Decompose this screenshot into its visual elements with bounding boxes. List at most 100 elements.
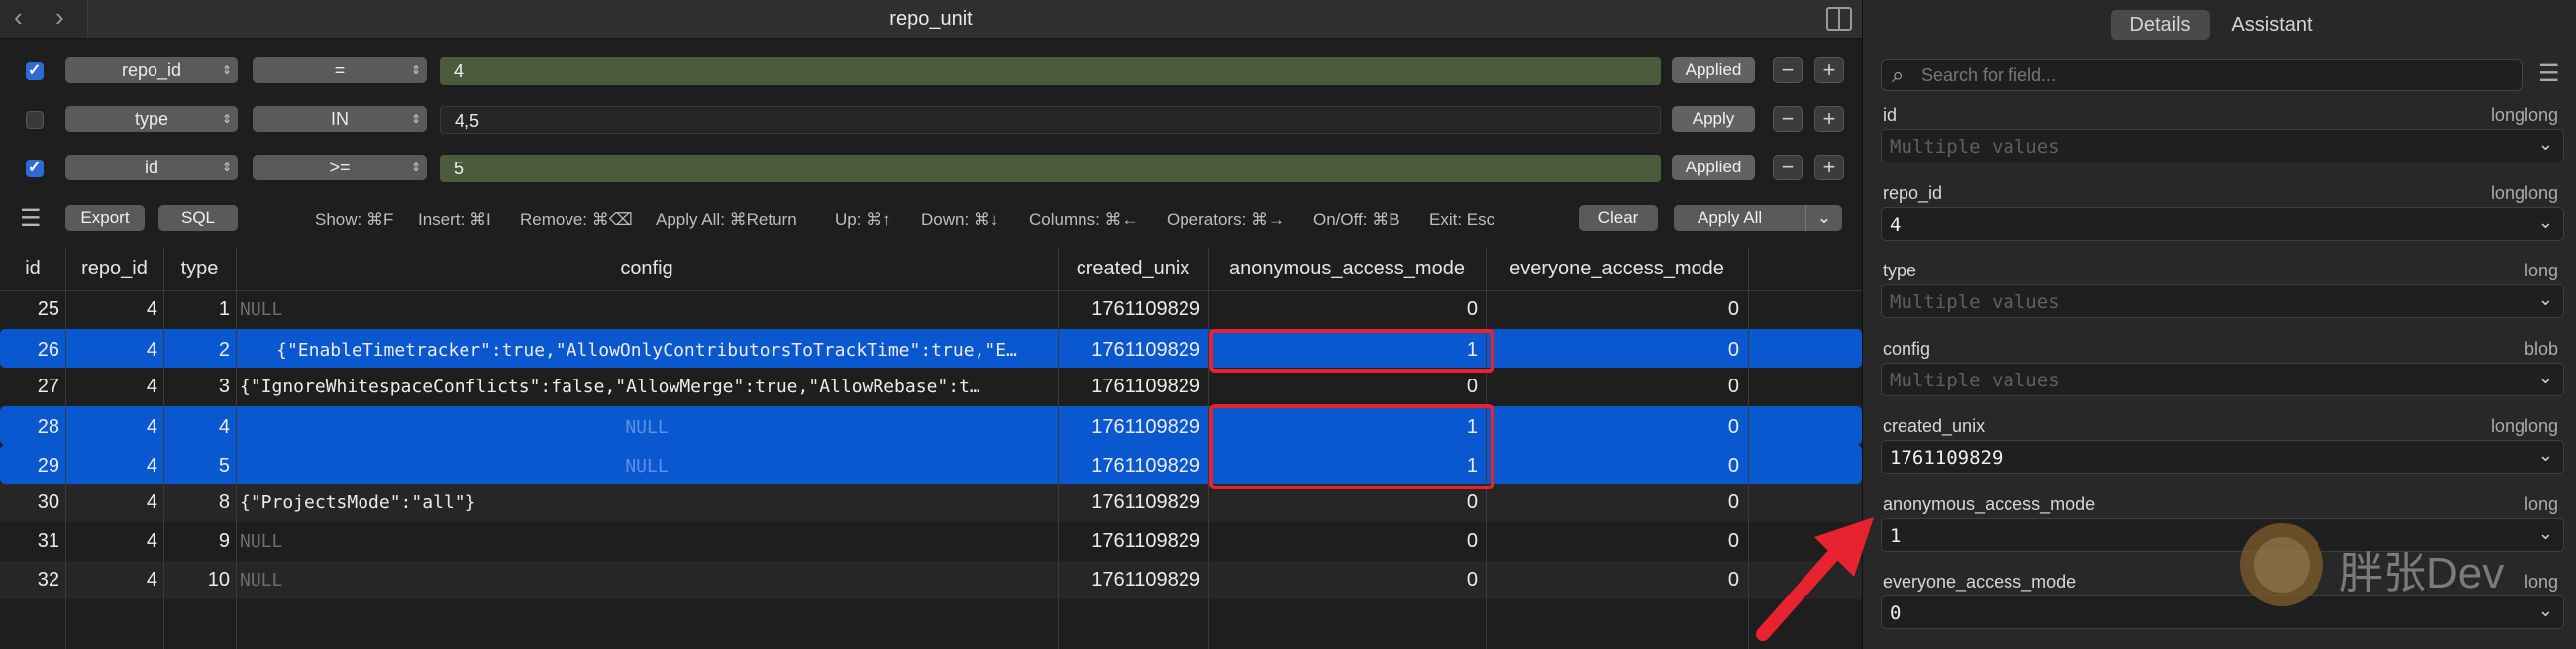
- chevron-down-icon[interactable]: ⌄: [2538, 289, 2553, 310]
- cell-anonymous-access-mode[interactable]: 0: [1208, 530, 1478, 553]
- apply-all-button[interactable]: Apply All ⌄: [1674, 205, 1842, 231]
- cell-repo-id[interactable]: 4: [65, 376, 157, 398]
- cell-everyone-access-mode[interactable]: 0: [1486, 530, 1739, 553]
- filter-operator-select[interactable]: >= ⇕: [253, 155, 427, 180]
- add-filter-button[interactable]: +: [1814, 57, 1844, 83]
- column-header-everyone-access-mode[interactable]: everyone_access_mode: [1486, 258, 1748, 280]
- table-row[interactable]: 26 4 2 {"EnableTimetracker":true,"AllowO…: [0, 329, 1862, 368]
- cell-id[interactable]: 32: [0, 569, 59, 592]
- table-row[interactable]: 28 4 4 NULL 1761109829 1 0: [0, 406, 1862, 445]
- sql-button[interactable]: SQL: [158, 205, 238, 231]
- cell-config[interactable]: NULL: [240, 454, 1054, 480]
- cell-type[interactable]: 9: [163, 530, 230, 553]
- filter-operator-select[interactable]: = ⇕: [253, 57, 427, 83]
- cell-id[interactable]: 31: [0, 530, 59, 553]
- remove-filter-button[interactable]: −: [1773, 155, 1803, 180]
- cell-type[interactable]: 8: [163, 491, 230, 514]
- cell-config[interactable]: NULL: [240, 415, 1054, 441]
- field-value-input[interactable]: Multiple values ⌄: [1881, 129, 2564, 162]
- column-header-id[interactable]: id: [0, 258, 65, 280]
- cell-repo-id[interactable]: 4: [65, 569, 157, 592]
- cell-created-unix[interactable]: 1761109829: [1058, 453, 1200, 479]
- filter-value-input[interactable]: 4,5: [440, 106, 1661, 134]
- column-header-config[interactable]: config: [236, 258, 1058, 280]
- cell-id[interactable]: 26: [0, 337, 59, 363]
- cell-repo-id[interactable]: 4: [65, 337, 157, 363]
- cell-everyone-access-mode[interactable]: 0: [1486, 376, 1739, 398]
- filter-operator-select[interactable]: IN ⇕: [253, 106, 427, 132]
- tab-assistant[interactable]: Assistant: [2217, 10, 2326, 40]
- filter-apply-button[interactable]: Apply: [1672, 106, 1755, 132]
- cell-id[interactable]: 30: [0, 491, 59, 514]
- field-search-input[interactable]: ⌕ Search for field...: [1881, 59, 2523, 91]
- cell-type[interactable]: 10: [163, 569, 230, 592]
- cell-created-unix[interactable]: 1761109829: [1058, 569, 1200, 592]
- table-row[interactable]: 32 4 10 NULL 1761109829 0 0: [0, 561, 1862, 599]
- cell-created-unix[interactable]: 1761109829: [1058, 337, 1200, 363]
- cell-config[interactable]: {"ProjectsMode":"all"}: [240, 492, 1054, 513]
- cell-repo-id[interactable]: 4: [65, 298, 157, 321]
- table-row[interactable]: 30 4 8 {"ProjectsMode":"all"} 1761109829…: [0, 484, 1862, 522]
- remove-filter-button[interactable]: −: [1773, 57, 1803, 83]
- column-header-repo-id[interactable]: repo_id: [65, 258, 163, 280]
- cell-config[interactable]: NULL: [240, 531, 1054, 552]
- chevron-down-icon[interactable]: ⌄: [1805, 205, 1842, 231]
- cell-config[interactable]: NULL: [240, 299, 1054, 320]
- filter-enabled-checkbox[interactable]: [26, 158, 44, 177]
- remove-filter-button[interactable]: −: [1773, 106, 1803, 132]
- cell-type[interactable]: 2: [163, 337, 230, 363]
- cell-everyone-access-mode[interactable]: 0: [1486, 453, 1739, 479]
- filter-column-select[interactable]: repo_id ⇕: [65, 57, 238, 83]
- cell-created-unix[interactable]: 1761109829: [1058, 530, 1200, 553]
- column-header-type[interactable]: type: [163, 258, 236, 280]
- cell-id[interactable]: 28: [0, 414, 59, 440]
- toggle-sidebar-icon[interactable]: [1826, 7, 1852, 31]
- cell-type[interactable]: 5: [163, 453, 230, 479]
- table-row[interactable]: 25 4 1 NULL 1761109829 0 0: [0, 290, 1862, 329]
- cell-anonymous-access-mode[interactable]: 0: [1208, 376, 1478, 398]
- cell-id[interactable]: 27: [0, 376, 59, 398]
- column-header-anonymous-access-mode[interactable]: anonymous_access_mode: [1208, 258, 1486, 280]
- chevron-down-icon[interactable]: ⌄: [2538, 368, 2553, 388]
- cell-anonymous-access-mode[interactable]: 0: [1208, 491, 1478, 514]
- filter-settings-icon[interactable]: ☰: [20, 204, 42, 233]
- column-header-created-unix[interactable]: created_unix: [1058, 258, 1208, 280]
- cell-everyone-access-mode[interactable]: 0: [1486, 491, 1739, 514]
- cell-repo-id[interactable]: 4: [65, 414, 157, 440]
- cell-everyone-access-mode[interactable]: 0: [1486, 569, 1739, 592]
- filter-value-input[interactable]: 4: [440, 57, 1661, 85]
- clear-button[interactable]: Clear: [1579, 205, 1658, 231]
- cell-anonymous-access-mode[interactable]: 0: [1208, 298, 1478, 321]
- cell-everyone-access-mode[interactable]: 0: [1486, 337, 1739, 363]
- cell-repo-id[interactable]: 4: [65, 491, 157, 514]
- cell-config[interactable]: NULL: [240, 570, 1054, 591]
- cell-created-unix[interactable]: 1761109829: [1058, 298, 1200, 321]
- cell-config[interactable]: {"IgnoreWhitespaceConflicts":false,"Allo…: [240, 377, 1054, 397]
- field-value-input[interactable]: Multiple values ⌄: [1881, 284, 2564, 318]
- cell-id[interactable]: 29: [0, 453, 59, 479]
- filter-apply-button[interactable]: Applied: [1672, 57, 1755, 83]
- cell-created-unix[interactable]: 1761109829: [1058, 376, 1200, 398]
- cell-type[interactable]: 4: [163, 414, 230, 440]
- export-button[interactable]: Export: [65, 205, 145, 231]
- add-filter-button[interactable]: +: [1814, 155, 1844, 180]
- table-row[interactable]: 27 4 3 {"IgnoreWhitespaceConflicts":fals…: [0, 368, 1862, 406]
- filter-apply-button[interactable]: Applied: [1672, 155, 1755, 180]
- field-value-input[interactable]: 4 ⌄: [1881, 206, 2564, 241]
- chevron-down-icon[interactable]: ⌄: [2538, 445, 2553, 466]
- filter-enabled-checkbox[interactable]: [26, 111, 44, 129]
- cell-config[interactable]: {"EnableTimetracker":true,"AllowOnlyCont…: [240, 338, 1054, 364]
- table-row[interactable]: 29 4 5 NULL 1761109829 1 0: [0, 445, 1862, 484]
- filter-enabled-checkbox[interactable]: [26, 60, 44, 80]
- cell-repo-id[interactable]: 4: [65, 530, 157, 553]
- filter-options-icon[interactable]: ☰: [2538, 59, 2560, 88]
- cell-id[interactable]: 25: [0, 298, 59, 321]
- field-value-input[interactable]: 1761109829 ⌄: [1881, 440, 2564, 474]
- cell-type[interactable]: 1: [163, 298, 230, 321]
- tab-details[interactable]: Details: [2111, 10, 2210, 40]
- add-filter-button[interactable]: +: [1814, 106, 1844, 132]
- cell-created-unix[interactable]: 1761109829: [1058, 491, 1200, 514]
- chevron-down-icon[interactable]: ⌄: [2538, 212, 2553, 233]
- cell-type[interactable]: 3: [163, 376, 230, 398]
- cell-everyone-access-mode[interactable]: 0: [1486, 414, 1739, 440]
